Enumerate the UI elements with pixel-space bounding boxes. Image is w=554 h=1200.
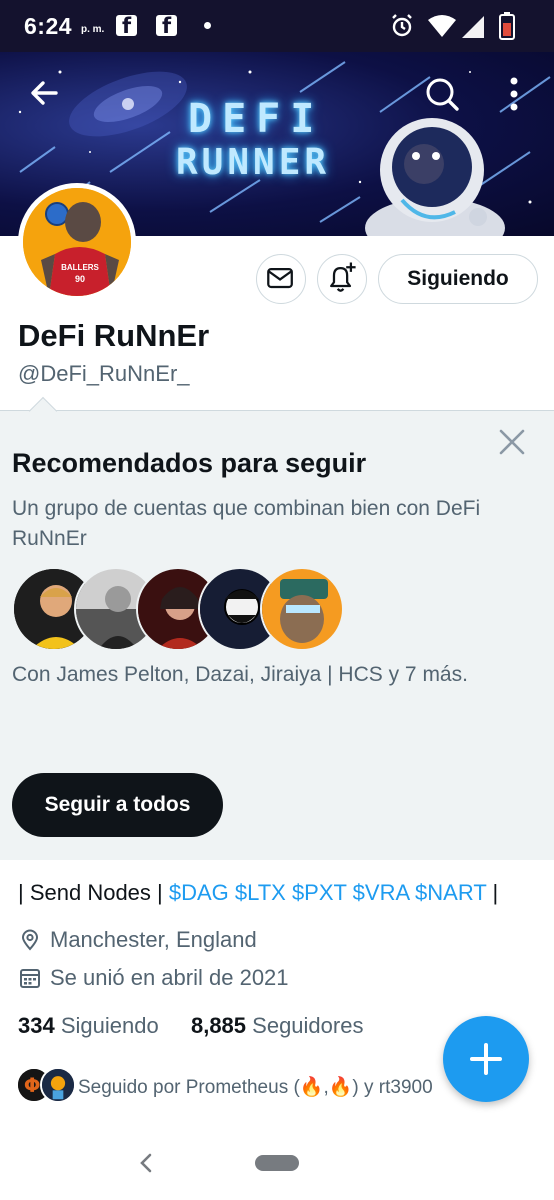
mail-icon bbox=[267, 267, 293, 289]
svg-text:Φ: Φ bbox=[24, 1074, 41, 1097]
following-count: 334 bbox=[18, 1013, 55, 1038]
system-back-button[interactable] bbox=[134, 1150, 158, 1176]
joined-row: Se unió en abril de 2021 bbox=[18, 965, 289, 991]
follow-counts: 334 Siguiendo 8,885 Seguidores bbox=[18, 1013, 363, 1039]
avatar-illustration: BALLERS 90 bbox=[23, 188, 131, 296]
recommended-avatars[interactable] bbox=[12, 567, 352, 651]
message-button[interactable] bbox=[256, 254, 306, 304]
following-label: Siguiendo bbox=[60, 1013, 159, 1038]
status-bar: 6:24 p. m. bbox=[0, 0, 554, 52]
notifications-button[interactable] bbox=[317, 254, 367, 304]
followed-by-start: Seguido por Prometheus ( bbox=[78, 1077, 300, 1098]
followers-count: 8,885 bbox=[190, 1013, 247, 1038]
back-arrow-icon bbox=[31, 81, 58, 105]
recommended-avatar bbox=[260, 567, 344, 651]
fire-emoji-icon: 🔥 bbox=[328, 1077, 353, 1098]
followers-label: Seguidores bbox=[252, 1013, 364, 1038]
alarm-icon bbox=[392, 14, 412, 37]
plus-icon bbox=[470, 1043, 502, 1075]
astronaut-illustration bbox=[365, 118, 505, 236]
fire-emoji-icon: 🔥 bbox=[299, 1077, 324, 1098]
banner-title-line1: DEFI bbox=[188, 96, 325, 142]
status-ampm: p. m. bbox=[81, 24, 105, 35]
facebook-notification-icon bbox=[156, 14, 177, 38]
location-text: Manchester, England bbox=[50, 927, 257, 952]
back-button[interactable] bbox=[24, 72, 64, 112]
signal-icon bbox=[462, 16, 484, 38]
calendar-icon bbox=[20, 969, 40, 988]
followed-by-text: Seguido por Prometheus (🔥,🔥) y rt3900 bbox=[78, 1075, 433, 1099]
bio-prefix: | Send Nodes | bbox=[18, 880, 169, 905]
display-name: DeFi RuNnEr bbox=[18, 318, 210, 353]
more-options-button[interactable] bbox=[494, 74, 534, 114]
joined-text: Se unió en abril de 2021 bbox=[50, 965, 289, 990]
facebook-notification-icon bbox=[116, 14, 137, 38]
more-vertical-icon bbox=[510, 77, 518, 111]
location-pin-icon bbox=[21, 929, 39, 951]
avatar-jersey-number: 90 bbox=[75, 274, 85, 284]
system-status-icons bbox=[392, 12, 515, 40]
search-icon bbox=[426, 78, 459, 111]
location-row: Manchester, England bbox=[18, 927, 257, 953]
dismiss-recommendations-button[interactable] bbox=[496, 426, 528, 458]
following-button[interactable]: Siguiendo bbox=[378, 254, 538, 304]
follow-all-button[interactable]: Seguir a todos bbox=[12, 773, 223, 837]
chevron-left-icon bbox=[140, 1153, 152, 1173]
recommendations-description: Un grupo de cuentas que combinan bien co… bbox=[12, 497, 481, 550]
bell-plus-icon bbox=[330, 262, 356, 292]
recommendations-title: Recomendados para seguir bbox=[12, 448, 367, 478]
bio-cashtags-link[interactable]: $DAG $LTX $PXT $VRA $NART bbox=[169, 880, 487, 905]
followed-by-row[interactable]: Φ Seguido por Prometheus (🔥,🔥) y rt3900 bbox=[16, 1067, 516, 1107]
recommendations-with-text: Con James Pelton, Dazai, Jiraiya | HCS y… bbox=[12, 663, 468, 686]
status-time: 6:24 bbox=[24, 13, 73, 39]
user-handle: @DeFi_RuNnEr_ bbox=[18, 361, 190, 386]
avatar-jersey-text: BALLERS bbox=[61, 263, 99, 272]
system-home-pill[interactable] bbox=[255, 1155, 299, 1171]
follower-avatar bbox=[40, 1067, 76, 1103]
profile-bio: | Send Nodes | $DAG $LTX $PXT $VRA $NART… bbox=[18, 880, 498, 906]
profile-avatar[interactable]: BALLERS 90 bbox=[18, 183, 136, 301]
banner-title-line2: RUNNER bbox=[176, 142, 331, 183]
followed-by-end: ) y rt3900 bbox=[352, 1077, 433, 1098]
compose-tweet-button[interactable] bbox=[443, 1016, 529, 1102]
bio-suffix: | bbox=[486, 880, 499, 905]
battery-icon bbox=[499, 12, 515, 40]
wifi-icon bbox=[428, 15, 456, 37]
following-link[interactable]: 334 Siguiendo bbox=[18, 1013, 159, 1038]
notification-dot-icon bbox=[204, 22, 211, 29]
search-button[interactable] bbox=[422, 74, 462, 114]
followers-link[interactable]: 8,885 Seguidores bbox=[191, 1013, 364, 1038]
close-icon bbox=[499, 429, 525, 455]
